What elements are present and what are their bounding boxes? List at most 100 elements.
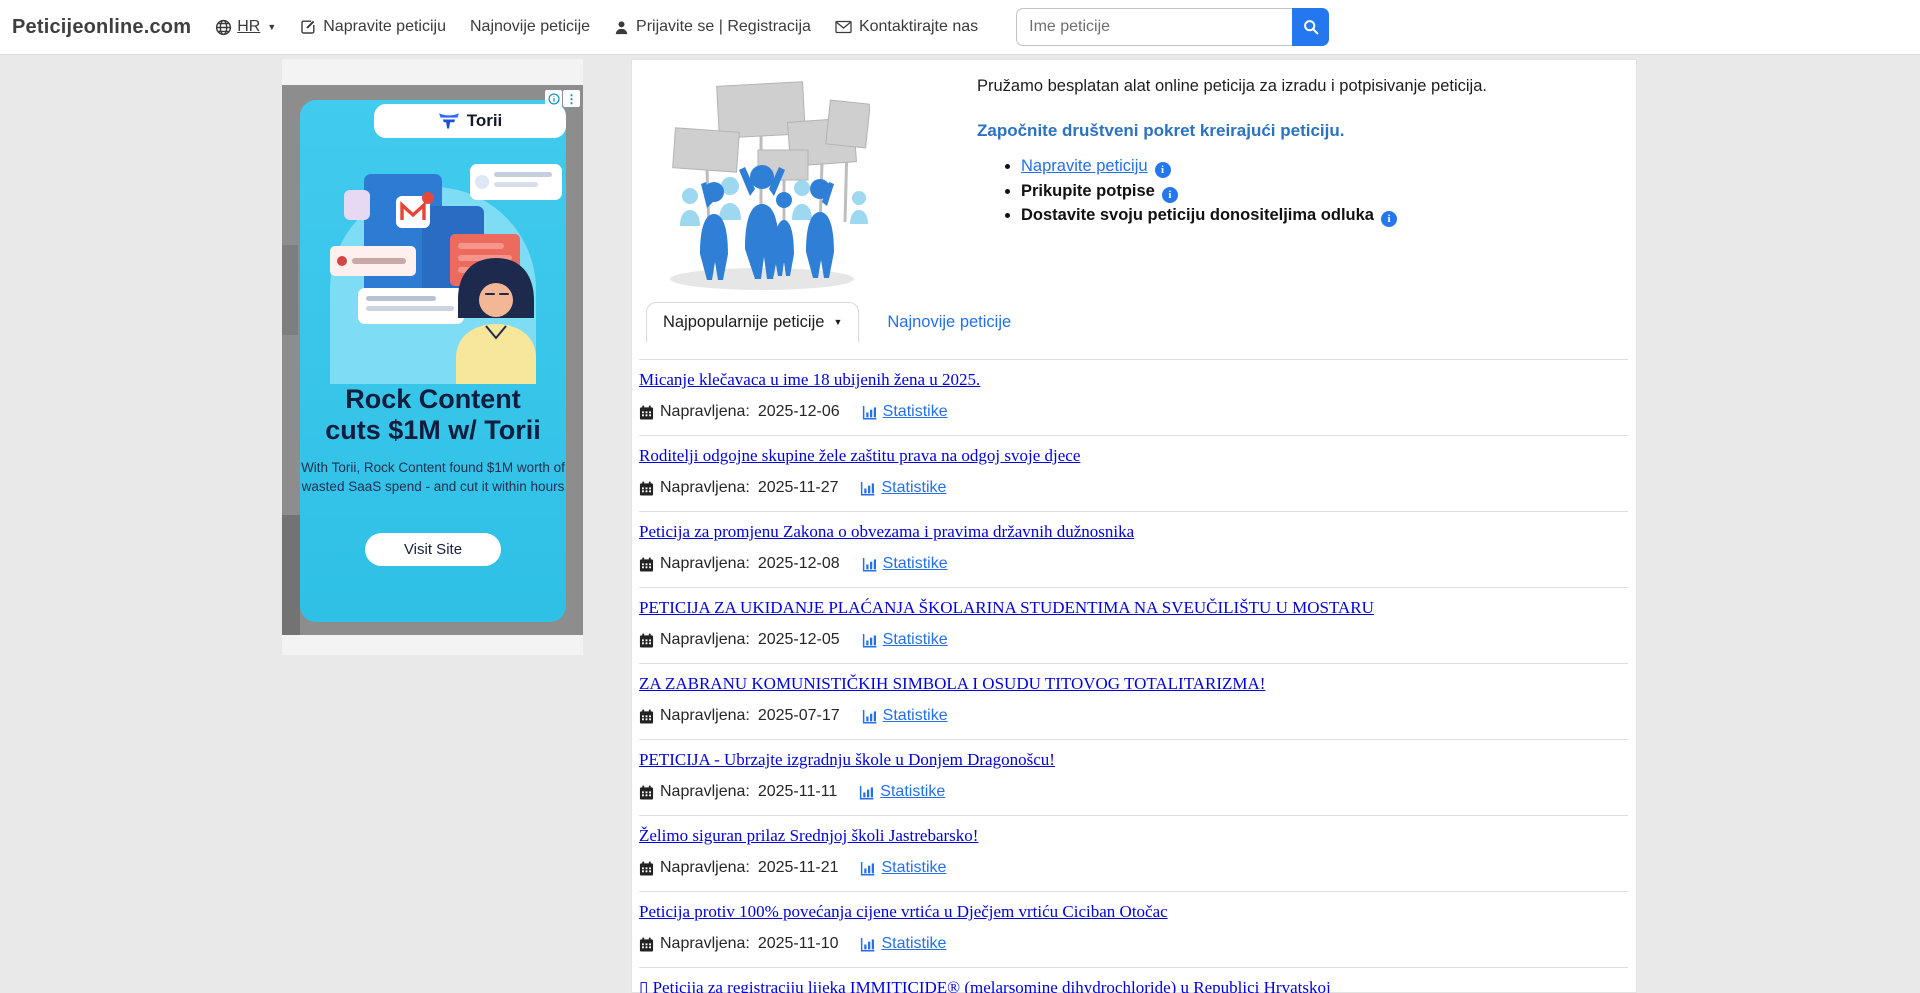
petition-created-date: Napravljena:2025-11-21 xyxy=(639,859,838,877)
search-icon xyxy=(1303,19,1319,35)
info-icon[interactable]: i xyxy=(1162,187,1178,203)
intro-bullet-list: Napravite peticiju i Prikupite potpisei D… xyxy=(977,154,1618,228)
petition-row: ▯ Peticija za registraciju lijeka IMMITI… xyxy=(639,967,1628,993)
globe-icon xyxy=(215,19,232,36)
bar-chart-icon xyxy=(862,709,878,724)
create-petition-link[interactable]: Napravite peticiju xyxy=(1021,157,1148,175)
petition-row: ZA ZABRANU KOMUNISTIČKIH SIMBOLA I OSUDU… xyxy=(639,663,1628,739)
petition-title-link[interactable]: Peticija protiv 100% povećanja cijene vr… xyxy=(639,902,1168,922)
bar-chart-icon xyxy=(860,861,876,876)
petition-title-link[interactable]: Želimo siguran prilaz Srednjoj školi Jas… xyxy=(639,826,978,846)
bar-chart-icon xyxy=(860,481,876,496)
ad-info-icon[interactable] xyxy=(545,90,562,107)
intro-heading: Započnite društveni pokret kreirajući pe… xyxy=(977,121,1618,141)
site-logo[interactable]: Peticijeonline.com xyxy=(12,16,191,39)
petition-title-link[interactable]: Peticija za promjenu Zakona o obvezama i… xyxy=(639,522,1134,542)
petition-created-date: Napravljena:2025-11-10 xyxy=(639,935,838,953)
petition-statistics-link[interactable]: Statistike xyxy=(860,859,946,877)
ad-frame: Torii xyxy=(282,85,583,635)
bar-chart-icon xyxy=(862,405,878,420)
petition-created-date: Napravljena:2025-12-08 xyxy=(639,555,840,573)
search-input[interactable] xyxy=(1016,8,1292,46)
petition-list-tabs: Najpopularnije peticije ▼ Najnovije peti… xyxy=(646,302,1029,343)
tab-most-popular[interactable]: Najpopularnije peticije ▼ xyxy=(646,302,859,343)
torii-ad-creative[interactable]: Torii xyxy=(300,100,566,622)
ad-background-remnant xyxy=(282,245,298,335)
petition-statistics-link[interactable]: Statistike xyxy=(860,935,946,953)
tab-latest[interactable]: Najnovije peticije xyxy=(869,302,1029,343)
calendar-icon xyxy=(639,405,654,420)
calendar-icon xyxy=(639,557,654,572)
ad-headline: Rock Content cuts $1M w/ Torii xyxy=(300,384,566,446)
calendar-icon xyxy=(639,937,654,952)
calendar-icon xyxy=(639,709,654,724)
visit-site-button[interactable]: Visit Site xyxy=(365,533,501,566)
bar-chart-icon xyxy=(859,785,875,800)
calendar-icon xyxy=(639,481,654,496)
nav-contact[interactable]: Kontaktirajte nas xyxy=(835,18,978,36)
petition-row: Želimo siguran prilaz Srednjoj školi Jas… xyxy=(639,815,1628,891)
intro-paragraph: Pružamo besplatan alat online peticija z… xyxy=(977,77,1618,96)
language-code: HR xyxy=(237,18,260,36)
caret-down-icon: ▼ xyxy=(833,318,842,327)
petition-created-date: Napravljena:2025-11-27 xyxy=(639,479,838,497)
nav-create-petition[interactable]: Napravite peticiju xyxy=(300,18,446,36)
petition-statistics-link[interactable]: Statistike xyxy=(859,783,945,801)
ad-sidebar: Torii xyxy=(282,59,583,655)
bullet-create-petition: Napravite peticiju i xyxy=(1021,154,1618,179)
calendar-icon xyxy=(639,785,654,800)
petition-list: Micanje klečavaca u ime 18 ubijenih žena… xyxy=(639,359,1628,993)
adchoices-controls: ⋮ xyxy=(545,90,580,107)
nav-latest-petitions[interactable]: Najnovije peticije xyxy=(470,18,590,36)
bar-chart-icon xyxy=(862,557,878,572)
protest-illustration xyxy=(662,74,870,295)
calendar-icon xyxy=(639,861,654,876)
petition-created-date: Napravljena:2025-12-06 xyxy=(639,403,840,421)
petition-row: PETICIJA - Ubrzajte izgradnju škole u Do… xyxy=(639,739,1628,815)
petition-title-link[interactable]: PETICIJA ZA UKIDANJE PLAĆANJA ŠKOLARINA … xyxy=(639,598,1374,618)
ad-body-text: With Torii, Rock Content found $1M worth… xyxy=(300,458,566,496)
petition-statistics-link[interactable]: Statistike xyxy=(862,555,948,573)
petition-row: Roditelji odgojne skupine žele zaštitu p… xyxy=(639,435,1628,511)
petition-title-link[interactable]: Micanje klečavaca u ime 18 ubijenih žena… xyxy=(639,370,980,390)
petition-created-date: Napravljena:2025-12-05 xyxy=(639,631,840,649)
petition-title-link[interactable]: Roditelji odgojne skupine žele zaštitu p… xyxy=(639,446,1080,466)
ad-illustration xyxy=(300,140,566,384)
petition-statistics-link[interactable]: Statistike xyxy=(860,479,946,497)
petition-row: Peticija za promjenu Zakona o obvezama i… xyxy=(639,511,1628,587)
petition-created-date: Napravljena:2025-07-17 xyxy=(639,707,840,725)
calendar-icon xyxy=(639,633,654,648)
petition-statistics-link[interactable]: Statistike xyxy=(862,631,948,649)
petition-row: Micanje klečavaca u ime 18 ubijenih žena… xyxy=(639,359,1628,435)
ad-background-remnant xyxy=(282,515,300,635)
petition-search xyxy=(1016,8,1329,46)
search-button[interactable] xyxy=(1292,8,1329,46)
petition-title-link[interactable]: PETICIJA - Ubrzajte izgradnju škole u Do… xyxy=(639,750,1055,770)
petition-title-link[interactable]: ZA ZABRANU KOMUNISTIČKIH SIMBOLA I OSUDU… xyxy=(639,674,1265,694)
pencil-square-icon xyxy=(300,19,316,35)
bullet-collect-signatures: Prikupite potpisei xyxy=(1021,179,1618,204)
envelope-icon xyxy=(835,20,852,34)
petition-statistics-link[interactable]: Statistike xyxy=(862,707,948,725)
ad-brand-name: Torii xyxy=(467,111,503,131)
info-icon[interactable]: i xyxy=(1155,162,1171,178)
language-selector[interactable]: HR ▼ xyxy=(215,18,276,36)
person-icon xyxy=(614,20,629,35)
caret-down-icon: ▼ xyxy=(267,23,276,32)
ad-brand-band: Torii xyxy=(374,104,566,138)
bar-chart-icon xyxy=(862,633,878,648)
petition-row: Peticija protiv 100% povećanja cijene vr… xyxy=(639,891,1628,967)
ad-options-kebab-icon[interactable]: ⋮ xyxy=(563,90,580,107)
bar-chart-icon xyxy=(860,937,876,952)
bullet-deliver-petition: Dostavite svoju peticiju donositeljima o… xyxy=(1021,203,1618,228)
petition-title-link[interactable]: ▯ Peticija za registraciju lijeka IMMITI… xyxy=(639,978,1331,993)
info-icon[interactable]: i xyxy=(1381,211,1397,227)
petition-statistics-link[interactable]: Statistike xyxy=(862,403,948,421)
nav-login-register[interactable]: Prijavite se | Registracija xyxy=(614,18,811,36)
intro-block: Pružamo besplatan alat online peticija z… xyxy=(977,77,1618,228)
main-content-card: Pružamo besplatan alat online peticija z… xyxy=(631,59,1637,993)
petition-row: PETICIJA ZA UKIDANJE PLAĆANJA ŠKOLARINA … xyxy=(639,587,1628,663)
torii-logo-icon xyxy=(438,112,460,130)
petition-created-date: Napravljena:2025-11-11 xyxy=(639,783,837,801)
top-navigation-bar: Peticijeonline.com HR ▼ Napravite petici… xyxy=(0,0,1920,55)
